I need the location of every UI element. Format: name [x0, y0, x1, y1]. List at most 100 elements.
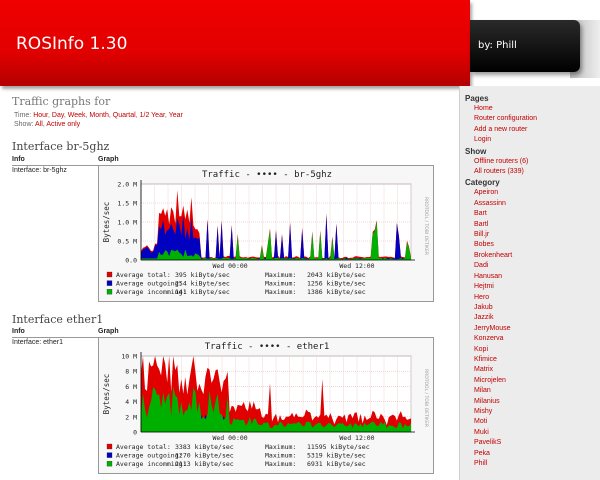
app-title: ROSInfo 1.30 — [16, 34, 128, 54]
legend-maximum: 2043 kiByte/sec — [307, 271, 366, 279]
sidebar-category-link[interactable]: Bartl — [465, 220, 599, 230]
legend-swatch — [106, 443, 113, 450]
sidebar-page-link[interactable]: Home — [465, 104, 599, 114]
legend-average: 2113 kiByte/sec — [175, 460, 234, 468]
interface-info: Interface: ether1 — [12, 339, 63, 346]
interface-title: Interface br-5ghz — [12, 140, 110, 153]
sidebar-category-link[interactable]: Microjelen — [465, 376, 599, 386]
y-tick-label: 1.5 M — [117, 200, 137, 208]
column-header-info: Info — [12, 328, 25, 335]
sidebar-category-link[interactable]: Dadi — [465, 261, 599, 271]
time-filter-label: Time: — [14, 112, 32, 119]
interface-title: Interface ether1 — [12, 313, 104, 326]
show-option-link[interactable]: Active only — [46, 121, 80, 128]
legend-max-label: Maximum: — [265, 271, 296, 279]
sidebar: Pages Home Router configuration Add a new … — [459, 86, 600, 480]
sidebar-category-link[interactable]: Phill — [465, 459, 599, 469]
legend-name: Average total: — [116, 443, 171, 451]
legend-max-label: Maximum: — [265, 443, 296, 451]
time-filter: Time: Hour, Day, Week, Month, Quartal, 1… — [14, 112, 183, 119]
graph-title: Traffic - •••• - br-5ghz — [202, 170, 332, 180]
sidebar-show-link[interactable]: All routers (339) — [465, 167, 599, 177]
sidebar-category-link[interactable]: PavelikS — [465, 438, 599, 448]
sidebar-category-link[interactable]: Brokenheart — [465, 251, 599, 261]
y-axis-label: Bytes/sec — [102, 374, 111, 415]
sidebar-category-link[interactable]: Jakub — [465, 303, 599, 313]
sidebar-category-link[interactable]: Assassinn — [465, 199, 599, 209]
sidebar-page-link[interactable]: Router configuration — [465, 114, 599, 124]
legend-name: Average total: — [116, 271, 171, 279]
y-tick-label: 10 M — [121, 353, 137, 361]
sidebar-category-link[interactable]: Jazzik — [465, 313, 599, 323]
y-tick-label: 4 M — [125, 398, 137, 406]
sidebar-category-link[interactable]: Hero — [465, 293, 599, 303]
rrdtool-credit: RRDTOOL / TOBI OETIKER — [423, 369, 429, 427]
sidebar-category-link[interactable]: Moti — [465, 417, 599, 427]
legend-max-label: Maximum: — [265, 288, 296, 296]
sidebar-category-link[interactable]: Kfimice — [465, 355, 599, 365]
legend-average: 1270 kiByte/sec — [175, 452, 234, 460]
sidebar-category-link[interactable]: Bill.jr — [465, 230, 599, 240]
legend-average: 141 kiByte/sec — [175, 288, 230, 296]
show-filter: Show: All, Active only — [14, 121, 81, 128]
legend-swatch — [106, 461, 113, 467]
column-header-info: Info — [12, 156, 25, 163]
sidebar-category-link[interactable]: Hanusan — [465, 272, 599, 282]
sidebar-category-link[interactable]: Hejtmi — [465, 282, 599, 292]
sidebar-category-link[interactable]: Peka — [465, 449, 599, 459]
legend-average: 254 kiByte/sec — [175, 280, 230, 288]
traffic-graph[interactable]: 2.0 M 1.5 M 1.0 M 0.5 M 0.0 Wed 00:00 Wed 12:0… — [98, 165, 434, 302]
y-tick-label: 0 — [133, 429, 137, 437]
y-tick-label: 1.0 M — [117, 219, 137, 227]
traffic-graph[interactable]: 10 M 8 M 6 M 4 M 2 M 0 Wed 00:00 Wed 12:00 Bytes… — [98, 337, 434, 474]
sidebar-category-link[interactable]: Milan — [465, 386, 599, 396]
sidebar-category-link[interactable]: Muki — [465, 428, 599, 438]
time-option-link[interactable]: Month — [89, 112, 108, 119]
sidebar-heading-pages: Pages — [465, 94, 489, 103]
y-tick-label: 0.0 — [125, 257, 137, 265]
time-option-link[interactable]: Hour — [33, 112, 48, 119]
time-option-link[interactable]: Year — [169, 112, 183, 119]
column-header-graph: Graph — [98, 156, 119, 163]
y-axis-label: Bytes/sec — [102, 202, 111, 243]
legend-maximum: 6931 kiByte/sec — [307, 460, 366, 468]
sidebar-show-link[interactable]: Offline routers (6) — [465, 157, 599, 167]
main-content: Traffic graphs for Time: Hour, Day, Week… — [0, 86, 459, 480]
legend-maximum: 5319 kiByte/sec — [307, 452, 366, 460]
sidebar-category-link[interactable]: Konzerva — [465, 334, 599, 344]
time-option-link[interactable]: Quartal — [113, 112, 136, 119]
time-option-link[interactable]: Week — [68, 112, 86, 119]
legend-maximum: 1256 kiByte/sec — [307, 280, 366, 288]
sidebar-category-link[interactable]: Matrix — [465, 365, 599, 375]
legend-name: Average outgoing: — [116, 280, 183, 288]
legend-swatch — [106, 452, 113, 458]
sidebar-category-link[interactable]: Kopi — [465, 345, 599, 355]
time-option-link[interactable]: Day — [52, 112, 64, 119]
y-tick-label: 6 M — [125, 383, 137, 391]
sidebar-page-link[interactable]: Login — [465, 135, 599, 145]
y-tick-label: 8 M — [125, 368, 137, 376]
graph-title: Traffic - •••• - ether1 — [205, 342, 330, 352]
legend-swatch — [106, 280, 113, 286]
sidebar-page-link[interactable]: Add a new router — [465, 125, 599, 135]
column-header-graph: Graph — [98, 328, 119, 335]
sidebar-category-link[interactable]: Mishy — [465, 407, 599, 417]
sidebar-category-link[interactable]: JerryMouse — [465, 324, 599, 334]
time-option-link[interactable]: 1/2 Year — [140, 112, 165, 119]
author-label: by: Phill — [478, 40, 517, 51]
sidebar-category-link[interactable]: Milanius — [465, 397, 599, 407]
y-tick-label: 0.5 M — [117, 238, 137, 246]
sidebar-heading-show: Show — [465, 146, 487, 156]
traffic-graph-canvas: 2.0 M 1.5 M 1.0 M 0.5 M 0.0 Wed 00:00 Wed 12:0… — [102, 170, 429, 296]
sidebar-category-link[interactable]: Apeiron — [465, 188, 599, 198]
x-tick-label: Wed 00:00 — [212, 262, 247, 270]
y-tick-label: 2.0 M — [117, 181, 137, 189]
page-title: Traffic graphs for — [12, 95, 111, 108]
sidebar-category-link[interactable]: Bobes — [465, 240, 599, 250]
legend-max-label: Maximum: — [265, 452, 296, 460]
show-option-link[interactable]: All — [35, 121, 43, 128]
sidebar-category-link[interactable]: Bart — [465, 209, 599, 219]
legend-name: Average outgoing: — [116, 452, 183, 460]
legend-maximum: 11595 kiByte/sec — [307, 443, 370, 451]
rrdtool-credit: RRDTOOL / TOBI OETIKER — [423, 197, 429, 255]
